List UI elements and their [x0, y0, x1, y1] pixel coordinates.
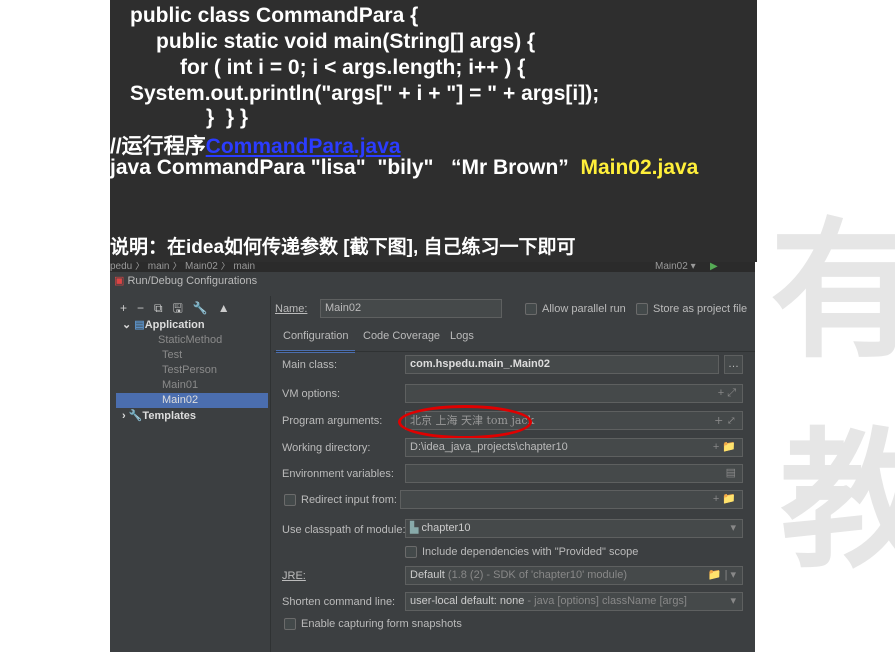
- main-class-input[interactable]: com.hspedu.main_.Main02: [405, 355, 719, 374]
- command-file: Main02.java: [580, 156, 699, 179]
- tree-templates[interactable]: › 🔧Templates: [122, 409, 196, 422]
- vm-options-label: VM options:: [282, 388, 341, 400]
- run-config-select[interactable]: Main02 ▾: [655, 262, 696, 272]
- dialog-title: ▣ Run/Debug Configurations: [114, 274, 257, 287]
- code-line: public class CommandPara {: [130, 4, 419, 27]
- folder-icon[interactable]: + 📁: [713, 491, 736, 508]
- shorten-value: user-local default: none: [410, 595, 525, 607]
- classpath-value: chapter10: [421, 522, 471, 534]
- file-link[interactable]: CommandPara.java: [206, 135, 401, 158]
- tab-logs[interactable]: Logs: [450, 330, 474, 342]
- title-text: Run/Debug Configurations: [127, 275, 258, 287]
- tree-item[interactable]: StaticMethod: [116, 333, 268, 348]
- templates-label: Templates: [142, 410, 197, 422]
- highlight-circle: [398, 405, 532, 439]
- program-args-label: Program arguments:: [282, 415, 383, 427]
- chevron-down-icon: ▾: [730, 522, 736, 534]
- tab-configuration[interactable]: Configuration: [276, 330, 356, 353]
- wrench-icon[interactable]: 🔧: [193, 301, 218, 315]
- chevron-down-icon: ▾: [730, 595, 736, 607]
- watermark: 有: [770, 205, 895, 379]
- chevron-down-icon: 📁 | ▾: [707, 569, 736, 581]
- code-slide: public class CommandPara { public static…: [110, 0, 757, 262]
- jre-label: JRE:: [282, 570, 306, 582]
- shorten-label: Shorten command line:: [282, 596, 396, 608]
- jre-hint: (1.8 (2) - SDK of 'chapter10' module): [447, 569, 627, 581]
- add-icon[interactable]: +: [120, 301, 137, 315]
- run-icon[interactable]: ▶: [710, 262, 718, 272]
- env-vars-input[interactable]: ▤: [405, 464, 743, 483]
- snapshots-checkbox[interactable]: Enable capturing form snapshots: [284, 618, 462, 631]
- vm-options-input[interactable]: + ⤢: [405, 384, 743, 403]
- expand-icon[interactable]: + ⤢: [718, 385, 736, 402]
- move-up-icon[interactable]: ▲: [218, 301, 240, 315]
- allow-parallel-label: Allow parallel run: [542, 303, 626, 315]
- tree-root[interactable]: ⌄ ▤Application: [122, 318, 205, 331]
- allow-parallel-checkbox[interactable]: Allow parallel run: [525, 303, 626, 316]
- divider: [274, 351, 755, 352]
- remove-icon[interactable]: −: [137, 301, 154, 315]
- working-dir-input[interactable]: D:\idea_java_projects\chapter10 + 📁: [405, 438, 743, 457]
- folder-icon[interactable]: + 📁: [713, 439, 736, 456]
- working-dir-label: Working directory:: [282, 442, 371, 454]
- watermark: 教: [780, 415, 895, 589]
- code-line: } } }: [206, 106, 249, 129]
- classpath-select[interactable]: ▙ chapter10 ▾: [405, 519, 743, 538]
- browse-button[interactable]: …: [724, 355, 743, 374]
- run-debug-dialog: pedu 〉 main 〉 Main02 〉 main Main02 ▾ ▶ ▣ R…: [110, 262, 755, 652]
- redirect-label: Redirect input from:: [301, 494, 397, 506]
- working-dir-value: D:\idea_java_projects\chapter10: [410, 441, 568, 453]
- jre-value: Default: [410, 569, 445, 581]
- app-icon: ▣: [114, 275, 125, 287]
- command-text: java CommandPara "lisa" "bily" “Mr Brown…: [110, 156, 569, 179]
- env-vars-label: Environment variables:: [282, 468, 394, 480]
- name-label: Name:: [275, 303, 308, 315]
- include-deps-label: Include dependencies with "Provided" sco…: [422, 546, 639, 558]
- save-icon[interactable]: 🖫: [173, 301, 193, 315]
- tree-item[interactable]: TestPerson: [116, 363, 268, 378]
- tree-item[interactable]: Test: [116, 348, 268, 363]
- note: 说明：在idea如何传递参数 [截下图], 自己练习一下即可: [110, 237, 576, 258]
- copy-icon[interactable]: ⧉: [154, 301, 173, 315]
- include-deps-checkbox[interactable]: Include dependencies with "Provided" sco…: [405, 546, 639, 559]
- code-line: for ( int i = 0; i < args.length; i++ ) …: [180, 56, 526, 79]
- tree-item-selected[interactable]: Main02: [116, 393, 268, 408]
- redirect-input-checkbox[interactable]: Redirect input from:: [284, 494, 397, 507]
- comment-text: //运行程序: [110, 135, 206, 158]
- command-line: java CommandPara "lisa" "bily" “Mr Brown…: [110, 156, 698, 180]
- redirect-input-field[interactable]: + 📁: [400, 490, 743, 509]
- tab-code-coverage[interactable]: Code Coverage: [363, 330, 440, 342]
- toolbar: +−⧉🖫🔧▲: [120, 299, 240, 320]
- breadcrumb-text: pedu 〉 main 〉 Main02 〉 main: [110, 262, 256, 272]
- tree-root-label: Application: [144, 319, 205, 331]
- tree-item[interactable]: Main01: [116, 378, 268, 393]
- jre-select[interactable]: Default (1.8 (2) - SDK of 'chapter10' mo…: [405, 566, 743, 585]
- divider: [270, 296, 271, 652]
- shorten-select[interactable]: user-local default: none - java [options…: [405, 592, 743, 611]
- snapshots-label: Enable capturing form snapshots: [301, 618, 462, 630]
- classpath-label: Use classpath of module:: [282, 524, 406, 536]
- edit-icon[interactable]: ▤: [726, 465, 736, 482]
- shorten-hint: - java [options] className [args]: [527, 595, 687, 607]
- module-icon: ▙: [410, 522, 419, 534]
- main-class-label: Main class:: [282, 359, 338, 371]
- store-project-checkbox[interactable]: Store as project file: [636, 303, 748, 316]
- name-input[interactable]: Main02: [320, 299, 502, 318]
- store-project-label: Store as project file: [653, 303, 748, 315]
- code-line: System.out.println("args[" + i + "] = " …: [130, 82, 600, 105]
- code-line: public static void main(String[] args) {: [156, 30, 536, 53]
- expand-icon[interactable]: + ⤢: [714, 412, 736, 429]
- breadcrumb: pedu 〉 main 〉 Main02 〉 main Main02 ▾ ▶: [110, 262, 755, 272]
